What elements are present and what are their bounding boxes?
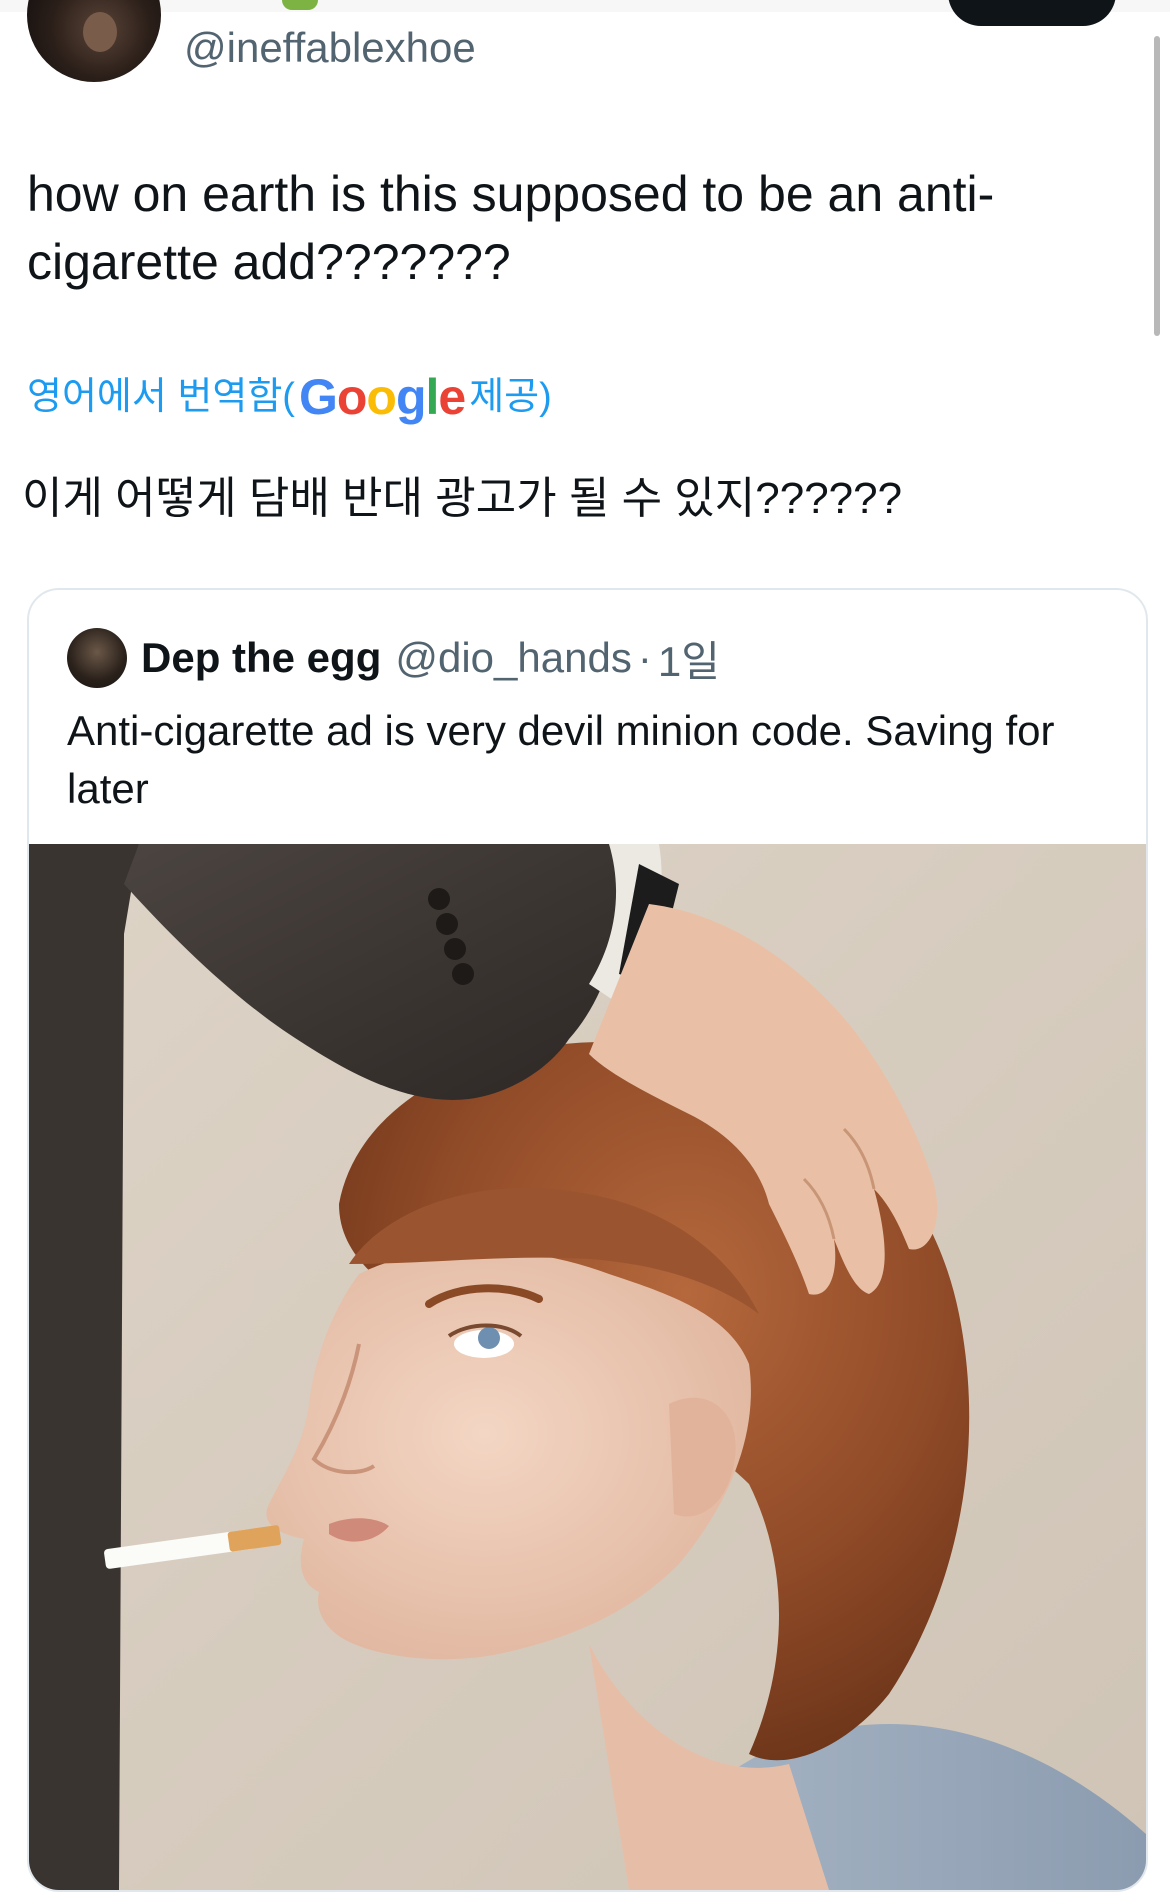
author-handle[interactable]: @ineffablexhoe	[184, 22, 476, 74]
google-letter: o	[366, 369, 397, 425]
google-letter: o	[336, 369, 368, 425]
google-logo-icon: Google	[298, 369, 466, 425]
google-letter: l	[425, 369, 439, 425]
scrollbar[interactable]	[1154, 36, 1160, 336]
quoted-tweet-photo[interactable]	[29, 844, 1146, 1890]
follow-button[interactable]	[948, 0, 1116, 26]
quoted-tweet-card[interactable]: Dep the egg @dio_hands · 1일 Anti-cigaret…	[27, 588, 1148, 1892]
quoted-tweet-time[interactable]: 1일	[658, 628, 720, 689]
sleeve-button-icon	[436, 913, 458, 935]
quoted-tweet-header: Dep the egg @dio_hands · 1일	[141, 630, 720, 686]
author-avatar[interactable]	[27, 0, 161, 82]
translated-tweet-text: 이게 어떻게 담배 반대 광고가 될 수 있지??????	[22, 474, 903, 523]
sleeve-button-icon	[428, 888, 450, 910]
google-letter: e	[438, 369, 466, 425]
sleeve-button-icon	[452, 963, 474, 985]
header-separator: ·	[637, 634, 652, 681]
google-letter: G	[298, 369, 338, 425]
photo-illustration	[29, 844, 1146, 1890]
translation-prefix: 영어에서 번역함(	[27, 376, 295, 418]
tweet-text: how on earth is this supposed to be an a…	[27, 166, 995, 290]
avatar-face-shape	[83, 12, 117, 52]
quoted-author-name[interactable]: Dep the egg	[141, 634, 381, 682]
verified-badge-icon	[282, 0, 318, 10]
google-letter: g	[395, 369, 427, 425]
quoted-tweet-text: Anti-cigarette ad is very devil minion c…	[67, 707, 1055, 812]
quoted-author-handle[interactable]: @dio_hands	[395, 634, 631, 682]
sleeve-button-icon	[444, 938, 466, 960]
boy-eye-iris	[478, 1327, 500, 1349]
translation-suffix: 제공)	[469, 376, 552, 418]
quoted-author-avatar[interactable]	[67, 628, 127, 688]
translation-attribution[interactable]: 영어에서 번역함( Google 제공)	[27, 372, 552, 422]
